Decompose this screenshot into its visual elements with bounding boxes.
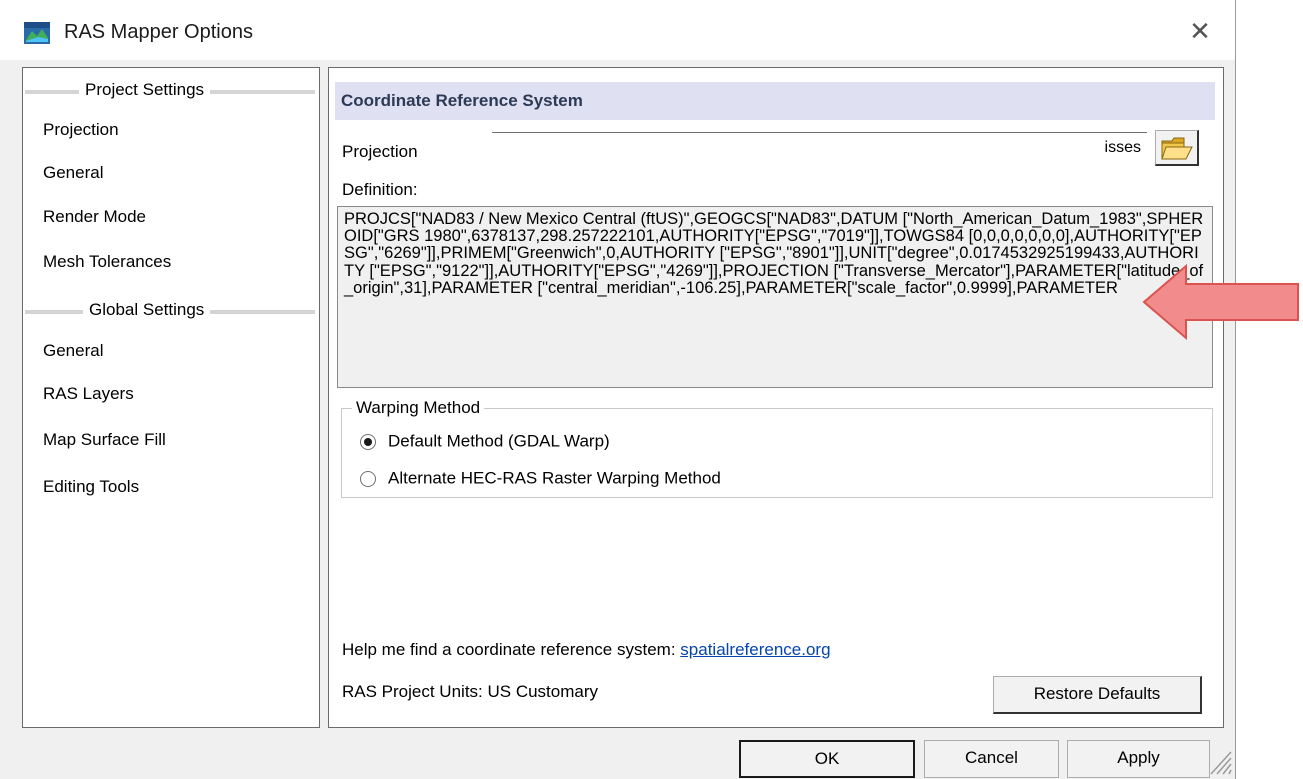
radio-unselected-icon[interactable] [360, 470, 376, 487]
settings-nav-panel: Project Settings Projection General Rend… [22, 67, 320, 728]
project-settings-label: Project Settings [79, 80, 211, 100]
cancel-button[interactable]: Cancel [924, 740, 1059, 778]
help-prefix: Help me find a coordinate reference syst… [342, 640, 681, 659]
project-settings-group-header: Project Settings [23, 80, 319, 102]
global-settings-group-header: Global Settings [23, 300, 319, 322]
spatialreference-link[interactable]: spatialreference.org [680, 640, 830, 659]
open-folder-icon [1161, 137, 1193, 160]
nav-item-projection[interactable]: Projection [43, 120, 119, 140]
warping-method-group: Warping Method Default Method (GDAL Warp… [341, 398, 1213, 498]
nav-item-mesh-tolerances[interactable]: Mesh Tolerances [43, 252, 171, 272]
close-icon[interactable]: ✕ [1180, 12, 1220, 50]
nav-item-editing-tools[interactable]: Editing Tools [43, 477, 139, 497]
project-units-text: RAS Project Units: US Customary [342, 682, 599, 701]
window-title: RAS Mapper Options [64, 21, 253, 43]
nav-item-general-global[interactable]: General [43, 341, 103, 361]
crs-settings-panel: Coordinate Reference System Projection i… [328, 67, 1224, 728]
ras-mapper-app-icon [24, 22, 50, 44]
projection-label: Projection [342, 142, 418, 161]
radio-alternate-method-label: Alternate HEC-RAS Raster Warping Method [388, 468, 721, 488]
section-title: Coordinate Reference System [335, 82, 1215, 120]
restore-defaults-button[interactable]: Restore Defaults [993, 676, 1202, 714]
title-bar: RAS Mapper Options ✕ [0, 0, 1235, 60]
ok-button[interactable]: OK [739, 740, 915, 778]
radio-default-method[interactable]: Default Method (GDAL Warp) [360, 431, 610, 452]
warping-method-title: Warping Method [352, 398, 485, 418]
ras-mapper-options-window: RAS Mapper Options ✕ Project Settings Pr… [0, 0, 1236, 779]
nav-item-ras-layers[interactable]: RAS Layers [43, 384, 134, 404]
nav-item-render-mode[interactable]: Render Mode [43, 207, 146, 227]
apply-button[interactable]: Apply [1067, 740, 1210, 778]
radio-selected-icon[interactable] [360, 433, 376, 450]
browse-projection-button[interactable] [1155, 130, 1199, 166]
nav-item-general-project[interactable]: General [43, 163, 103, 183]
global-settings-label: Global Settings [83, 300, 211, 320]
help-crs-text: Help me find a coordinate reference syst… [342, 640, 831, 660]
nav-item-map-surface-fill[interactable]: Map Surface Fill [43, 430, 166, 450]
radio-default-method-label: Default Method (GDAL Warp) [388, 431, 610, 451]
radio-alternate-method[interactable]: Alternate HEC-RAS Raster Warping Method [360, 468, 721, 489]
projection-definition-text[interactable]: PROJCS["NAD83 / New Mexico Central (ftUS… [337, 206, 1213, 388]
resize-grip-icon[interactable] [1207, 748, 1233, 776]
annotation-arrow-icon [1142, 263, 1299, 341]
definition-label: Definition: [342, 180, 418, 199]
projection-file-field[interactable]: isses [492, 132, 1147, 164]
